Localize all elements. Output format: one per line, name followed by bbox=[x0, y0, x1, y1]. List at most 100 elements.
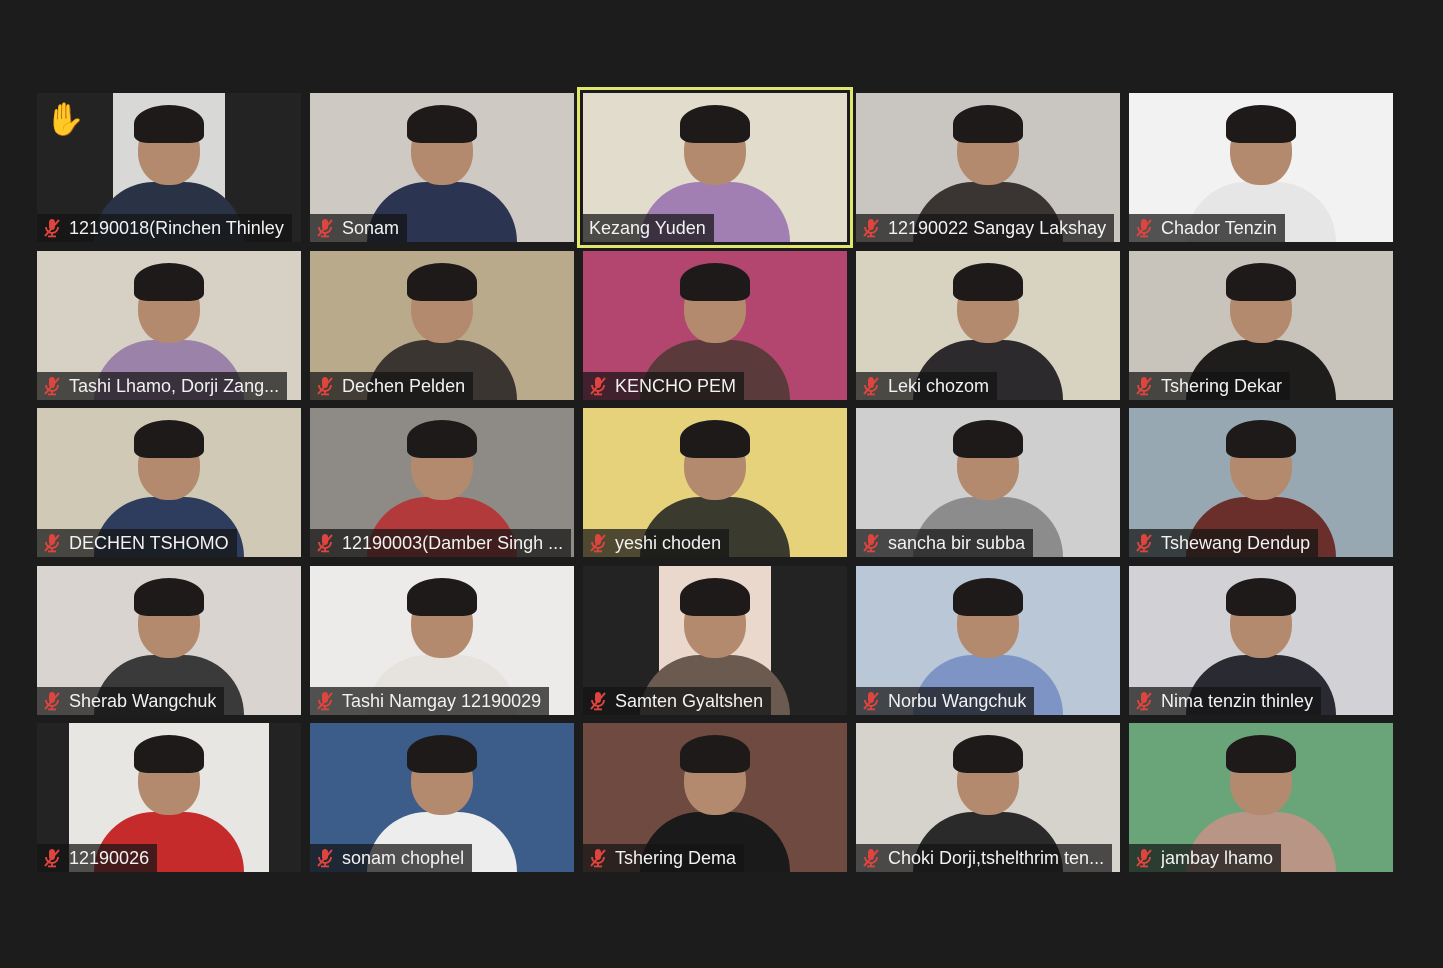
participant-tile[interactable]: yeshi choden bbox=[583, 408, 847, 557]
participant-tile[interactable]: Choki Dorji,tshelthrim ten... bbox=[856, 723, 1120, 872]
participant-name-label: 12190003(Damber Singh ... bbox=[310, 529, 572, 557]
participant-name-label: Tashi Namgay 12190029 bbox=[310, 686, 550, 715]
participant-name-label: Tashi Lhamo, Dorji Zang... bbox=[37, 371, 288, 400]
participant-name: Samten Gyaltshen bbox=[615, 690, 764, 711]
participant-name-label: Samten Gyaltshen bbox=[583, 686, 772, 715]
participant-name: KENCHO PEM bbox=[615, 375, 737, 396]
participant-tile[interactable]: Tashi Lhamo, Dorji Zang... bbox=[37, 250, 301, 400]
mic-muted-icon bbox=[43, 848, 69, 868]
mic-muted-icon bbox=[316, 533, 342, 553]
mic-muted-icon bbox=[862, 691, 888, 711]
participant-name-label: 12190018(Rinchen Thinley bbox=[37, 214, 292, 242]
participant-name-label: sonam chophel bbox=[310, 844, 473, 872]
mic-muted-icon bbox=[43, 376, 69, 396]
participant-name-label: Norbu Wangchuk bbox=[856, 686, 1035, 715]
mic-muted-icon bbox=[862, 848, 888, 868]
participant-name: Leki chozom bbox=[888, 375, 990, 396]
participant-name: Tshewang Dendup bbox=[1161, 533, 1311, 553]
participant-name-label: Leki chozom bbox=[856, 371, 998, 400]
participant-tile[interactable]: Tashi Namgay 12190029 bbox=[310, 565, 574, 715]
mic-muted-icon bbox=[1135, 376, 1161, 396]
participant-name: Sonam bbox=[342, 218, 400, 238]
participant-name: Nima tenzin thinley bbox=[1161, 690, 1314, 711]
participant-name: 12190022 Sangay Lakshay bbox=[888, 218, 1107, 238]
mic-muted-icon bbox=[862, 533, 888, 553]
participant-tile[interactable]: KENCHO PEM bbox=[583, 250, 847, 400]
participant-name: Chador Tenzin bbox=[1161, 218, 1277, 238]
participant-tile[interactable]: Leki chozom bbox=[856, 250, 1120, 400]
participant-tile[interactable]: Kezang Yuden bbox=[577, 87, 853, 248]
participant-name-label: Choki Dorji,tshelthrim ten... bbox=[856, 844, 1113, 872]
participant-tile[interactable]: Samten Gyaltshen bbox=[583, 565, 847, 715]
mic-muted-icon bbox=[1135, 848, 1161, 868]
mic-muted-icon bbox=[316, 691, 342, 711]
mic-muted-icon bbox=[1135, 691, 1161, 711]
mic-muted-icon bbox=[589, 848, 615, 868]
participant-name: Tshering Dekar bbox=[1161, 375, 1283, 396]
participant-name: Norbu Wangchuk bbox=[888, 690, 1027, 711]
participant-name-label: 12190022 Sangay Lakshay bbox=[856, 214, 1115, 242]
participant-name: Kezang Yuden bbox=[589, 218, 706, 238]
participant-name-label: Nima tenzin thinley bbox=[1129, 686, 1322, 715]
participant-name-label: yeshi choden bbox=[583, 529, 730, 557]
participant-tile[interactable]: Tshering Dema bbox=[583, 723, 847, 872]
participant-tile[interactable]: Sonam bbox=[310, 93, 574, 242]
participant-name-label: Sonam bbox=[310, 214, 408, 242]
participant-tile[interactable]: Dechen Pelden bbox=[310, 250, 574, 400]
mic-muted-icon bbox=[589, 691, 615, 711]
participant-name: jambay lhamo bbox=[1161, 848, 1274, 868]
participant-tile[interactable]: Nima tenzin thinley bbox=[1129, 565, 1393, 715]
participant-name: 12190003(Damber Singh ... bbox=[342, 533, 564, 553]
participant-name-label: Tshering Dema bbox=[583, 844, 745, 872]
participant-tile[interactable]: Tshering Dekar bbox=[1129, 250, 1393, 400]
participant-tile[interactable]: sancha bir subba bbox=[856, 408, 1120, 557]
participant-name: Choki Dorji,tshelthrim ten... bbox=[888, 848, 1105, 868]
mic-muted-icon bbox=[862, 218, 888, 238]
participant-name-label: Dechen Pelden bbox=[310, 371, 474, 400]
mic-muted-icon bbox=[1135, 218, 1161, 238]
participant-name-label: DECHEN TSHOMO bbox=[37, 529, 237, 557]
participant-name: Tashi Lhamo, Dorji Zang... bbox=[69, 375, 280, 396]
mic-muted-icon bbox=[589, 533, 615, 553]
participant-tile[interactable]: Chador Tenzin bbox=[1129, 93, 1393, 242]
participant-name: sancha bir subba bbox=[888, 533, 1026, 553]
participant-name-label: Kezang Yuden bbox=[583, 214, 714, 242]
participant-name: yeshi choden bbox=[615, 533, 722, 553]
participant-name-label: Sherab Wangchuk bbox=[37, 686, 225, 715]
mic-muted-icon bbox=[43, 218, 69, 238]
mic-muted-icon bbox=[589, 376, 615, 396]
mic-muted-icon bbox=[43, 691, 69, 711]
raised-hand-icon: ✋ bbox=[45, 101, 85, 137]
mic-muted-icon bbox=[1135, 533, 1161, 553]
participant-name-label: KENCHO PEM bbox=[583, 371, 745, 400]
participant-name-label: jambay lhamo bbox=[1129, 844, 1282, 872]
participant-name-label: 12190026 bbox=[37, 844, 158, 872]
participant-name: Tashi Namgay 12190029 bbox=[342, 690, 542, 711]
mic-muted-icon bbox=[862, 376, 888, 396]
gallery-view: ✋ 12190018(Rinchen Thinley Sonam Kezang Yud… bbox=[37, 87, 1393, 872]
participant-tile[interactable]: 12190003(Damber Singh ... bbox=[310, 408, 574, 557]
participant-tile[interactable]: Tshewang Dendup bbox=[1129, 408, 1393, 557]
participant-tile[interactable]: jambay lhamo bbox=[1129, 723, 1393, 872]
mic-muted-icon bbox=[43, 533, 69, 553]
participant-tile[interactable]: Sherab Wangchuk bbox=[37, 565, 301, 715]
participant-name-label: Tshering Dekar bbox=[1129, 371, 1291, 400]
participant-name: 12190026 bbox=[69, 848, 150, 868]
participant-name: 12190018(Rinchen Thinley bbox=[69, 218, 284, 238]
participant-tile[interactable]: 12190026 bbox=[37, 723, 301, 872]
participant-tile[interactable]: ✋ 12190018(Rinchen Thinley bbox=[37, 93, 301, 242]
participant-name-label: Tshewang Dendup bbox=[1129, 529, 1319, 557]
mic-muted-icon bbox=[316, 218, 342, 238]
participant-tile[interactable]: Norbu Wangchuk bbox=[856, 565, 1120, 715]
participant-name: sonam chophel bbox=[342, 848, 465, 868]
participant-name: DECHEN TSHOMO bbox=[69, 533, 229, 553]
mic-muted-icon bbox=[316, 848, 342, 868]
participant-name: Tshering Dema bbox=[615, 848, 737, 868]
participant-tile[interactable]: sonam chophel bbox=[310, 723, 574, 872]
participant-name: Sherab Wangchuk bbox=[69, 690, 217, 711]
participant-name: Dechen Pelden bbox=[342, 375, 466, 396]
participant-name-label: sancha bir subba bbox=[856, 529, 1034, 557]
participant-tile[interactable]: 12190022 Sangay Lakshay bbox=[856, 93, 1120, 242]
participant-tile[interactable]: DECHEN TSHOMO bbox=[37, 408, 301, 557]
mic-muted-icon bbox=[316, 376, 342, 396]
